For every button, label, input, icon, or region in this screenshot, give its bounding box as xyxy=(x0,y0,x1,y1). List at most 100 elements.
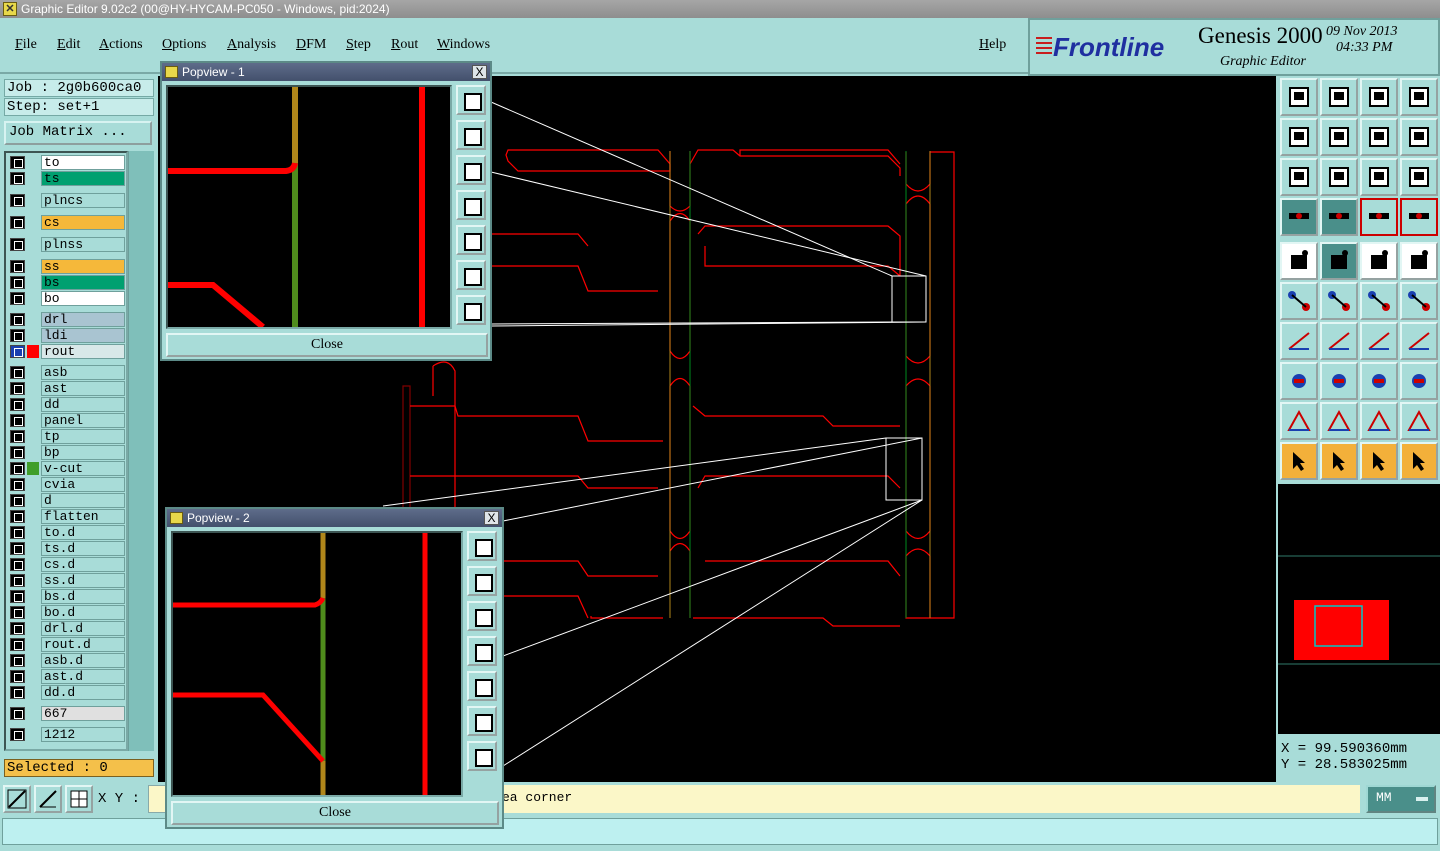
layer-checkbox[interactable] xyxy=(10,494,25,507)
help-button[interactable] xyxy=(1400,158,1438,196)
zoom-area-button[interactable] xyxy=(3,785,31,813)
menu-step[interactable]: Step xyxy=(346,37,371,53)
layer-row-asb.d[interactable]: asb.d xyxy=(8,653,126,668)
layer-row-dd.d[interactable]: dd.d xyxy=(8,685,126,700)
layer-checkbox[interactable] xyxy=(10,216,25,229)
layer-checkbox[interactable] xyxy=(10,292,25,305)
layer-checkbox[interactable] xyxy=(10,156,25,169)
layer-checkbox[interactable] xyxy=(10,574,25,587)
layer-row-drl.d[interactable]: drl.d xyxy=(8,621,126,636)
layer-row-bo[interactable]: bo xyxy=(8,291,126,306)
layer-checkbox[interactable] xyxy=(10,329,25,342)
popview-1-titlebar[interactable]: Popview - 1 X xyxy=(162,63,490,81)
layer-checkbox[interactable] xyxy=(10,382,25,395)
connect-button[interactable] xyxy=(1320,362,1358,400)
pan-down-icon[interactable] xyxy=(467,601,497,631)
layer-row-to[interactable]: to xyxy=(8,155,126,170)
menu-options[interactable]: Options xyxy=(162,37,206,53)
menu-help[interactable]: Help xyxy=(979,37,1006,53)
next-button[interactable] xyxy=(1320,118,1358,156)
layer-checkbox[interactable] xyxy=(10,510,25,523)
layer-row-dd[interactable]: dd xyxy=(8,397,126,412)
angle-button[interactable] xyxy=(1280,322,1318,360)
triangle-button[interactable] xyxy=(1280,402,1318,440)
layer-checkbox[interactable] xyxy=(10,366,25,379)
layer-row-bp[interactable]: bp xyxy=(8,445,126,460)
mirror-button[interactable] xyxy=(1400,322,1438,360)
select-box-button[interactable] xyxy=(1320,442,1358,480)
close-icon[interactable]: X xyxy=(484,511,499,525)
layer-checkbox[interactable] xyxy=(10,728,25,741)
layer-row-drl[interactable]: drl xyxy=(8,312,126,327)
layer-row-cs.d[interactable]: cs.d xyxy=(8,557,126,572)
reshape-button[interactable] xyxy=(1400,118,1438,156)
overview-map[interactable] xyxy=(1278,484,1440,734)
swap-button[interactable] xyxy=(1360,118,1398,156)
zoom-in-icon[interactable] xyxy=(467,706,497,736)
layer-checkbox[interactable] xyxy=(10,670,25,683)
layer-checkbox[interactable] xyxy=(10,542,25,555)
pan-up-icon[interactable] xyxy=(456,120,486,150)
layer-checkbox[interactable] xyxy=(10,276,25,289)
layer-checkbox[interactable] xyxy=(10,398,25,411)
layer-row-plnss[interactable]: plnss xyxy=(8,237,126,252)
window-button[interactable] xyxy=(1400,78,1438,116)
arc-text-button[interactable] xyxy=(1360,402,1398,440)
layer-checkbox[interactable] xyxy=(10,638,25,651)
select-net-button[interactable] xyxy=(1400,442,1438,480)
zoom-fit-icon[interactable] xyxy=(467,531,497,561)
layer-row-cvia[interactable]: cvia xyxy=(8,477,126,492)
cluster-button[interactable] xyxy=(1400,362,1438,400)
layer-checkbox[interactable] xyxy=(10,260,25,273)
move-button[interactable] xyxy=(1320,282,1358,320)
menu-windows[interactable]: Windows xyxy=(437,37,490,53)
pan-up-icon[interactable] xyxy=(467,566,497,596)
layer-row-bs.d[interactable]: bs.d xyxy=(8,589,126,604)
layer-row-panel[interactable]: panel xyxy=(8,413,126,428)
layer-checkbox[interactable] xyxy=(10,654,25,667)
pan-left-icon[interactable] xyxy=(467,636,497,666)
layers-green-button[interactable] xyxy=(1400,198,1438,236)
ruler-button[interactable] xyxy=(1360,242,1398,280)
layer-row-1212[interactable]: 1212 xyxy=(8,727,126,742)
point-button[interactable] xyxy=(1400,242,1438,280)
menu-actions[interactable]: Actions xyxy=(99,37,143,53)
arc-up-button[interactable] xyxy=(1320,402,1358,440)
pan-right-icon[interactable] xyxy=(456,225,486,255)
popview-2-titlebar[interactable]: Popview - 2 X xyxy=(167,509,502,527)
layer-row-ast.d[interactable]: ast.d xyxy=(8,669,126,684)
arc-cut-button[interactable] xyxy=(1400,402,1438,440)
zoom-out-icon[interactable] xyxy=(456,295,486,325)
measure-button[interactable] xyxy=(34,785,62,813)
layer-checkbox[interactable] xyxy=(10,558,25,571)
close-icon[interactable]: X xyxy=(472,65,487,79)
layer-checkbox[interactable] xyxy=(10,622,25,635)
menu-analysis[interactable]: Analysis xyxy=(227,37,276,53)
select-arrow-button[interactable] xyxy=(1280,442,1318,480)
popview-2-close-button[interactable]: Close xyxy=(171,801,499,825)
layer-row-ss[interactable]: ss xyxy=(8,259,126,274)
menu-rout[interactable]: Rout xyxy=(391,37,418,53)
layers-red-button[interactable] xyxy=(1360,198,1398,236)
xy-input[interactable] xyxy=(148,785,166,813)
layer-row-ast[interactable]: ast xyxy=(8,381,126,396)
layer-row-tp[interactable]: tp xyxy=(8,429,126,444)
layer-checkbox[interactable] xyxy=(10,172,25,185)
layer-checkbox[interactable] xyxy=(10,313,25,326)
layer-checkbox[interactable] xyxy=(10,707,25,720)
layer-row-ts[interactable]: ts xyxy=(8,171,126,186)
layer-row-667[interactable]: 667 xyxy=(8,706,126,721)
layer-checkbox[interactable] xyxy=(10,414,25,427)
layer-row-flatten[interactable]: flatten xyxy=(8,509,126,524)
popview-2-view[interactable] xyxy=(171,531,463,797)
open-button[interactable] xyxy=(1320,78,1358,116)
layer-checkbox[interactable] xyxy=(10,194,25,207)
rotate-button[interactable] xyxy=(1360,322,1398,360)
line-button[interactable] xyxy=(1320,322,1358,360)
pan-down-icon[interactable] xyxy=(456,155,486,185)
select-poly-button[interactable] xyxy=(1360,442,1398,480)
layer-row-to.d[interactable]: to.d xyxy=(8,525,126,540)
prev-button[interactable] xyxy=(1280,118,1318,156)
grid-button[interactable] xyxy=(65,785,93,813)
job-matrix-button[interactable]: Job Matrix ... xyxy=(4,121,152,145)
